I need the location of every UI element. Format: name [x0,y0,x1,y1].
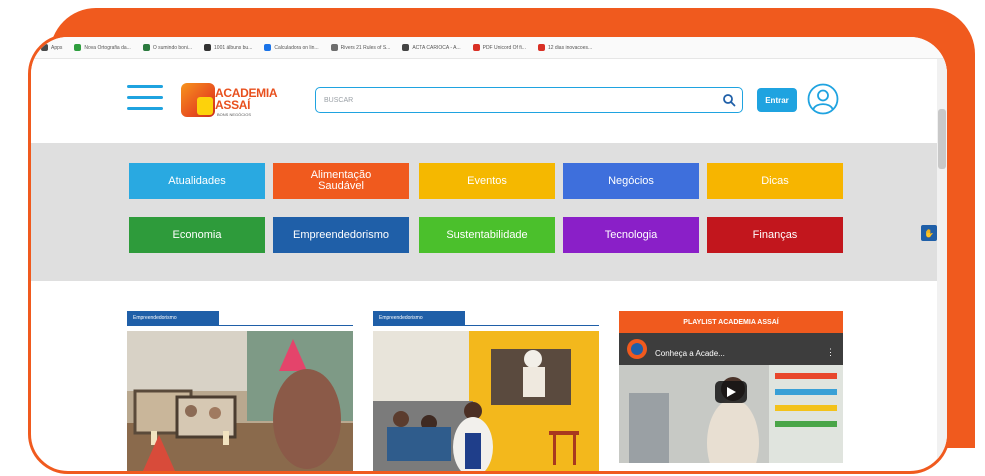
category-label: Atualidades [168,174,226,187]
article-photo-celebration [127,331,353,471]
logo-mark [181,83,215,117]
category-label: Economia [172,228,222,241]
bookmark-label: Rivers 21 Rules of S... [340,44,391,51]
bookmark-favicon-icon [402,44,410,51]
scrollbar-thumb[interactable] [938,109,946,169]
bookmark-label: 12 dias inovacoes... [547,44,593,51]
category-button[interactable]: Dicas [707,163,843,199]
bookmark-label: Apps [51,44,63,51]
site-logo[interactable]: ACADEMIA ASSAÍ BONS NEGÓCIOS [181,79,301,127]
bookmark-favicon-icon [330,44,338,51]
bookmark-favicon-icon [537,44,545,51]
bookmark-favicon-icon [204,44,212,51]
user-account-icon[interactable] [807,83,839,115]
card-divider [373,325,599,326]
category-button[interactable]: Economia [129,217,265,253]
play-icon[interactable] [715,381,747,403]
bookmark-label: Nova Ortografia da... [84,44,131,51]
logo-text-assai: ASSAÍ [215,98,251,112]
category-label: Alimentação Saudável [310,169,372,192]
bookmark-label: O sumindo boni... [152,44,193,51]
bookmark-item[interactable]: ACTA CARIOCA - A... [402,44,461,51]
article-image[interactable] [373,331,599,471]
category-button[interactable]: Atualidades [129,163,265,199]
article-image[interactable] [127,331,353,471]
category-button[interactable]: Sustentabilidade [419,217,555,253]
page-scrollbar[interactable] [937,59,947,471]
site-header: ACADEMIA ASSAÍ BONS NEGÓCIOS BUSCAR Entr… [31,59,947,143]
bookmark-item[interactable]: PDF Unicord Of fi... [472,44,526,51]
search-icon[interactable] [722,93,736,107]
bookmark-label: 1001 álbuns bu... [214,44,253,51]
bookmark-item[interactable]: 1001 álbuns bu... [204,44,252,51]
category-label: Tecnologia [604,228,658,241]
bookmark-favicon-icon [472,44,480,51]
category-label: Empreendedorismo [293,228,389,241]
video-title: Conheça a Acade... [655,349,725,358]
bookmark-favicon-icon [264,44,272,51]
bookmark-item[interactable]: Calculadora on lin... [264,44,319,51]
category-label: Eventos [467,174,507,187]
bookmark-item[interactable]: Nova Ortografia da... [74,44,131,51]
login-button[interactable]: Entrar [757,88,797,112]
logo-tagline: BONS NEGÓCIOS [217,112,252,117]
bookmark-label: ACTA CARIOCA - A... [412,44,461,51]
bookmark-favicon-icon [142,44,150,51]
search-placeholder: BUSCAR [324,96,354,104]
article-photo-food-stand [373,331,599,471]
card-category-tag[interactable]: Empreendedorismo [373,311,465,325]
bookmark-favicon-icon [41,44,48,51]
search-input[interactable]: BUSCAR [315,87,743,113]
category-button[interactable]: Eventos [419,163,555,199]
category-button[interactable]: Tecnologia [563,217,699,253]
bookmark-label: PDF Unicord Of fi... [482,44,526,51]
card-category-tag[interactable]: Empreendedorismo [127,311,219,325]
bookmarks-overflow-icon[interactable]: » [935,43,939,50]
category-label: Negócios [608,174,654,187]
bookmark-item[interactable]: 12 dias inovacoes... [537,44,593,51]
bookmark-item[interactable]: Apps [41,44,62,51]
bookmark-favicon-icon [74,44,82,51]
browser-window: Apps Nova Ortografia da... O sumindo boni.… [28,34,950,474]
bookmark-label: Calculadora on lin... [274,44,319,51]
category-label: Dicas [761,174,789,187]
category-button[interactable]: Empreendedorismo [273,217,409,253]
category-button[interactable]: Finanças [707,217,843,253]
menu-icon[interactable] [127,83,163,113]
category-label: Finanças [752,228,798,241]
playlist-title: PLAYLIST ACADEMIA ASSAÍ [619,311,843,333]
video-player[interactable]: Conheça a Acade... ⋮ [619,333,843,463]
bookmark-item[interactable]: O sumindo boni... [142,44,193,51]
video-menu-icon[interactable]: ⋮ [826,347,835,358]
category-label: Sustentabilidade [446,228,528,241]
bookmark-item[interactable]: Rivers 21 Rules of S... [330,44,391,51]
category-button[interactable]: Alimentação Saudável [273,163,409,199]
bookmarks-bar: Apps Nova Ortografia da... O sumindo boni.… [31,37,947,59]
category-button[interactable]: Negócios [563,163,699,199]
card-divider [127,325,353,326]
accessibility-icon[interactable]: ✋ [921,225,937,241]
